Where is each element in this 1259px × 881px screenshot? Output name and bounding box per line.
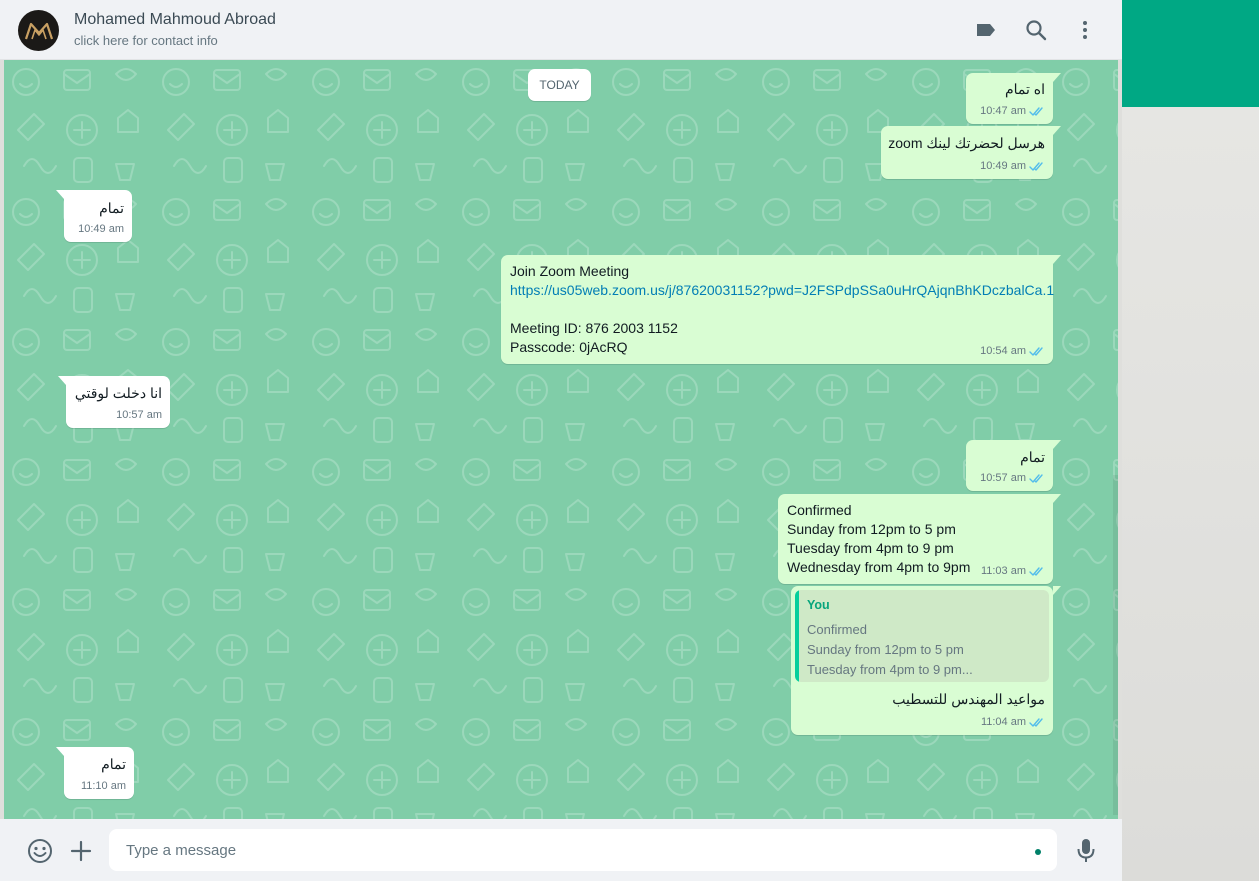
- scrollbar[interactable]: [1113, 475, 1118, 815]
- message-text: تمام: [1020, 449, 1045, 465]
- message-time: 10:49 am: [980, 160, 1026, 172]
- double-check-icon: [1029, 347, 1043, 356]
- message-text: Join Zoom Meeting: [510, 263, 630, 279]
- attach-icon[interactable]: [68, 838, 94, 864]
- message-time: 10:57 am: [116, 409, 162, 421]
- message-time: 10:49 am: [78, 223, 124, 235]
- message-list[interactable]: TODAY اه تمام 10:47 am هرسل لحضرتك لينك …: [4, 60, 1118, 819]
- message-time: 10:47 am: [980, 105, 1026, 117]
- message-bubble[interactable]: Join Zoom Meeting https://us05web.zoom.u…: [501, 255, 1061, 364]
- message-text: مواعيد المهندس للتسطيب: [892, 691, 1045, 707]
- message-bubble[interactable]: تمام 10:49 am: [56, 190, 132, 242]
- double-check-icon: [1029, 162, 1043, 171]
- message-meta: 11:10 am: [81, 777, 126, 796]
- contact-info-link[interactable]: click here for contact info: [74, 33, 218, 48]
- message-text: تمام: [101, 756, 126, 772]
- message-time: 10:54 am: [980, 345, 1026, 357]
- avatar[interactable]: [18, 10, 59, 51]
- logo-icon: [24, 22, 53, 39]
- message-bubble[interactable]: تمام 11:10 am: [56, 747, 134, 799]
- quote-text: Tuesday from 4pm to 9 pm...: [807, 662, 973, 677]
- side-panel-accent: [1122, 0, 1259, 107]
- search-icon[interactable]: [1024, 18, 1048, 42]
- quote-text: Confirmed: [807, 622, 867, 637]
- message-bubble[interactable]: انا دخلت لوقتي 10:57 am: [58, 376, 170, 428]
- message-time: 11:03 am: [980, 565, 1026, 577]
- double-check-icon: [1029, 107, 1043, 116]
- message-meta: 10:57 am: [116, 406, 162, 425]
- quote-accent-bar: [795, 590, 799, 682]
- message-bubble[interactable]: Confirmed Sunday from 12pm to 5 pm Tuesd…: [778, 494, 1061, 584]
- message-meta: 11:04 am: [981, 713, 1045, 732]
- double-check-icon: [1029, 718, 1043, 727]
- message-meta: 10:49 am: [980, 157, 1045, 176]
- message-meta: 10:49 am: [78, 220, 124, 239]
- chat-pane: Mohamed Mahmoud Abroad click here for co…: [0, 0, 1122, 881]
- message-meta: 10:47 am: [980, 102, 1045, 121]
- message-input[interactable]: [109, 829, 1057, 871]
- chat-header[interactable]: Mohamed Mahmoud Abroad click here for co…: [0, 0, 1122, 60]
- message-meta: 10:54 am: [980, 342, 1045, 361]
- message-text: اه تمام: [1004, 81, 1045, 97]
- message-meta: 11:03 am: [981, 562, 1045, 581]
- side-panel-background: [1122, 107, 1259, 881]
- quote-author: You: [807, 598, 830, 612]
- message-meta: 10:57 am: [980, 469, 1045, 488]
- message-text: Confirmed: [787, 502, 852, 518]
- microphone-icon[interactable]: [1073, 838, 1099, 864]
- message-bubble[interactable]: اه تمام 10:47 am: [966, 73, 1061, 124]
- date-divider: TODAY: [528, 69, 591, 101]
- message-time: 11:10 am: [80, 780, 126, 792]
- menu-icon[interactable]: [1073, 18, 1097, 42]
- message-text: تمام: [99, 200, 124, 216]
- message-text: Sunday from 12pm to 5 pm: [787, 521, 956, 537]
- quoted-message[interactable]: You Confirmed Sunday from 12pm to 5 pm T…: [795, 590, 1049, 682]
- message-text: انا دخلت لوقتي: [74, 385, 162, 401]
- message-bubble[interactable]: تمام 10:57 am: [966, 440, 1061, 491]
- message-text: Tuesday from 4pm to 9 pm: [787, 540, 954, 556]
- quote-text: Sunday from 12pm to 5 pm: [807, 642, 964, 657]
- message-text: هرسل لحضرتك لينك zoom: [888, 135, 1045, 151]
- label-icon[interactable]: [974, 18, 998, 42]
- emoji-icon[interactable]: [27, 838, 53, 864]
- message-bubble[interactable]: هرسل لحضرتك لينك zoom 10:49 am: [881, 126, 1061, 179]
- message-time: 11:04 am: [980, 716, 1026, 728]
- double-check-icon: [1029, 474, 1043, 483]
- double-check-icon: [1029, 567, 1043, 576]
- input-indicator-dot: [1035, 849, 1041, 855]
- message-time: 10:57 am: [980, 472, 1026, 484]
- zoom-meeting-link[interactable]: https://us05web.zoom.us/j/87620031152?pw…: [510, 281, 1054, 300]
- contact-name[interactable]: Mohamed Mahmoud Abroad: [74, 11, 276, 29]
- message-composer: [0, 819, 1122, 881]
- message-text: Wednesday from 4pm to 9pm: [787, 559, 971, 575]
- message-bubble[interactable]: You Confirmed Sunday from 12pm to 5 pm T…: [791, 586, 1061, 735]
- message-text: Meeting ID: 876 2003 1152: [510, 320, 678, 336]
- message-text: Passcode: 0jAcRQ: [510, 339, 628, 355]
